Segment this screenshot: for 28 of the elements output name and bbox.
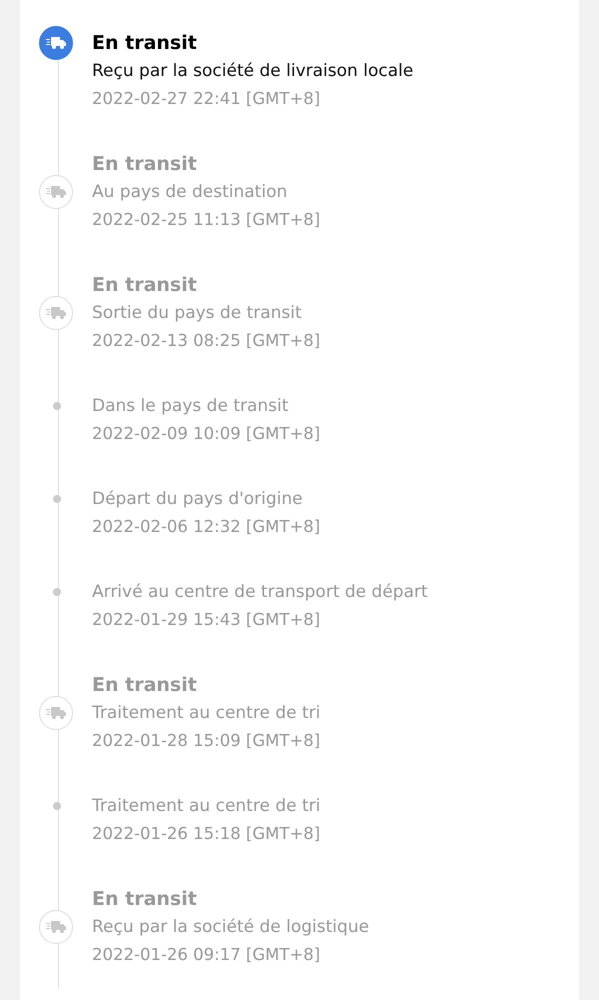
event-description: Au pays de destination: [92, 181, 288, 204]
event-description: Reçu par la société de logistique: [92, 916, 370, 939]
event-description: Traitement au centre de tri: [92, 702, 320, 725]
event-time: 2022-02-09 10:09 [GMT+8]: [92, 423, 320, 445]
event-title: En transit: [92, 273, 197, 298]
event-description: Sortie du pays de transit: [92, 302, 302, 325]
event-title: En transit: [92, 673, 197, 698]
event-title: En transit: [92, 152, 197, 177]
event-time: 2022-02-25 11:13 [GMT+8]: [92, 209, 320, 231]
event-time: 2022-01-28 15:09 [GMT+8]: [92, 730, 320, 752]
event-title: En transit: [92, 31, 197, 56]
event-time: 2022-02-27 22:41 [GMT+8]: [92, 88, 320, 110]
event-description: Traitement au centre de tri: [92, 795, 320, 818]
event-title: En transit: [92, 887, 197, 912]
event-description: Dans le pays de transit: [92, 395, 288, 418]
event-time: 2022-01-29 15:43 [GMT+8]: [92, 609, 320, 631]
event-description: Arrivé au centre de transport de départ: [92, 581, 428, 604]
truck-icon: [46, 186, 66, 198]
truck-icon: [46, 307, 66, 319]
truck-icon: [46, 707, 66, 719]
event-time: 2022-02-06 12:32 [GMT+8]: [92, 516, 320, 538]
event-description: Départ du pays d'origine: [92, 488, 303, 511]
event-description: Reçu par la société de livraison locale: [92, 60, 414, 83]
truck-icon: [46, 921, 66, 933]
truck-icon: [46, 37, 66, 49]
event-time: 2022-02-13 08:25 [GMT+8]: [92, 330, 320, 352]
event-time: 2022-01-26 09:17 [GMT+8]: [92, 944, 320, 966]
event-time: 2022-01-26 15:18 [GMT+8]: [92, 823, 320, 845]
